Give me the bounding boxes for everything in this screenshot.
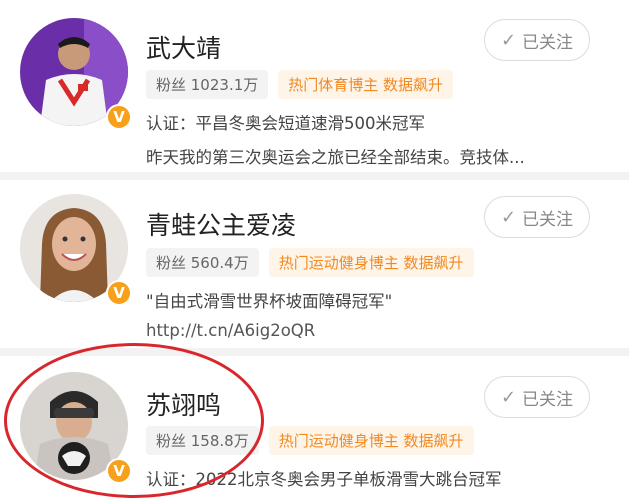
followed-button[interactable]: ✓ 已关注	[484, 376, 590, 418]
card-separator	[0, 172, 629, 180]
check-icon: ✓	[500, 29, 517, 51]
followed-label: 已关注	[522, 32, 574, 53]
user-name[interactable]: 苏翊鸣	[146, 386, 221, 422]
user-card-ailing[interactable]: V 青蛙公主爱凌 ✓ 已关注 粉丝 560.4万 热门运动健身博主 数据飙升 "…	[0, 180, 629, 348]
tag-row: 粉丝 1023.1万 热门体育博主 数据飙升	[146, 70, 454, 99]
followed-label: 已关注	[522, 209, 574, 230]
fans-count-tag: 粉丝 560.4万	[146, 248, 259, 277]
check-icon: ✓	[500, 386, 517, 408]
card-separator	[0, 348, 629, 356]
profile-link[interactable]: http://t.cn/A6ig2oQR	[146, 321, 315, 340]
user-card-wudajing[interactable]: V 武大靖 ✓ 已关注 粉丝 1023.1万 热门体育博主 数据飙升 认证：平昌…	[0, 0, 629, 172]
followed-button[interactable]: ✓ 已关注	[484, 19, 590, 61]
check-icon: ✓	[500, 206, 517, 228]
fans-count-tag: 粉丝 158.8万	[146, 426, 259, 455]
tag-row: 粉丝 158.8万 热门运动健身博主 数据飙升	[146, 426, 474, 455]
bio-text: "自由式滑雪世界杯坡面障碍冠军"	[146, 292, 393, 311]
user-card-suyiming[interactable]: V 苏翊鸣 ✓ 已关注 粉丝 158.8万 热门运动健身博主 数据飙升 认证：2…	[0, 356, 629, 500]
fans-count-tag: 粉丝 1023.1万	[146, 70, 269, 99]
hot-blogger-tag: 热门体育博主 数据飙升	[278, 70, 454, 99]
hot-blogger-tag: 热门运动健身博主 数据飙升	[268, 426, 474, 455]
user-name[interactable]: 青蛙公主爱凌	[146, 206, 296, 242]
tag-row: 粉丝 560.4万 热门运动健身博主 数据飙升	[146, 248, 474, 277]
hot-blogger-tag: 热门运动健身博主 数据飙升	[268, 248, 474, 277]
latest-post-text[interactable]: 昨天我的第三次奥运会之旅已经全部结束。竞技体...	[146, 144, 525, 168]
followed-button[interactable]: ✓ 已关注	[484, 196, 590, 238]
followed-label: 已关注	[522, 389, 574, 410]
verification-text: 认证：2022北京冬奥会男子单板滑雪大跳台冠军	[146, 470, 502, 489]
verified-badge-icon: V	[106, 280, 132, 306]
verification-text: 认证：平昌冬奥会短道速滑500米冠军	[146, 114, 425, 133]
verified-badge-icon: V	[106, 104, 132, 130]
user-name[interactable]: 武大靖	[146, 29, 221, 65]
verified-badge-icon: V	[106, 458, 132, 484]
